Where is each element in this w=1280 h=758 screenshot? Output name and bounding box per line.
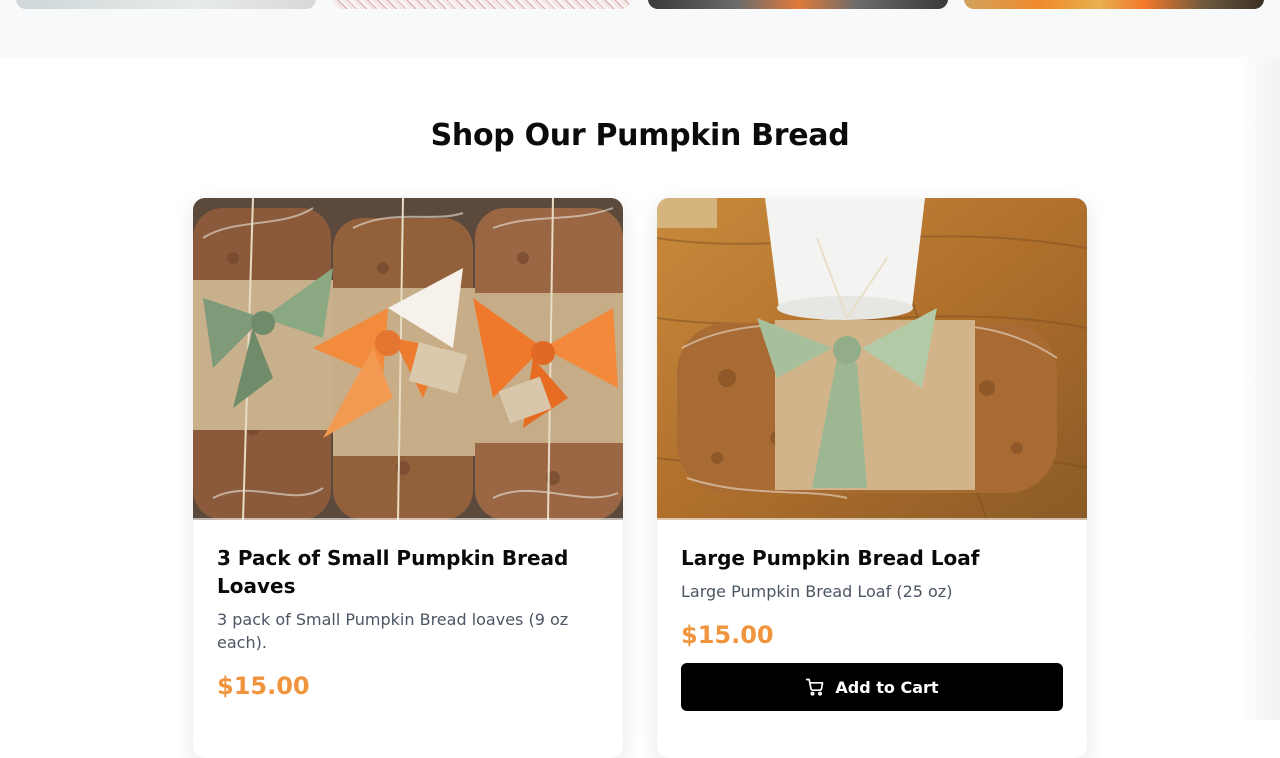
top-gallery-strip — [0, 0, 1280, 57]
product-description: 3 pack of Small Pumpkin Bread loaves (9 … — [217, 610, 569, 652]
scroll-shadow — [1236, 57, 1280, 720]
product-name[interactable]: 3 Pack of Small Pumpkin Bread Loaves — [217, 544, 599, 600]
product-info: 3 Pack of Small Pumpkin Bread Loaves 3 p… — [217, 544, 599, 700]
product-card[interactable]: Large Pumpkin Bread Loaf Large Pumpkin B… — [657, 198, 1087, 758]
product-info: Large Pumpkin Bread Loaf Large Pumpkin B… — [681, 544, 1063, 711]
section-title: Shop Our Pumpkin Bread — [430, 118, 850, 153]
gallery-thumbnail[interactable] — [332, 0, 631, 9]
product-image[interactable] — [657, 198, 1087, 520]
product-price: $15.00 — [217, 672, 310, 700]
product-name[interactable]: Large Pumpkin Bread Loaf — [681, 544, 1063, 572]
pumpkin-bread-3-pack-photo — [193, 198, 623, 520]
add-to-cart-button[interactable]: Add to Cart — [681, 663, 1063, 711]
gallery-thumbnail[interactable] — [648, 0, 948, 9]
gallery-thumbnail[interactable] — [16, 0, 316, 9]
add-to-cart-label: Add to Cart — [835, 677, 939, 697]
product-description: Large Pumpkin Bread Loaf (25 oz) — [681, 582, 953, 601]
large-pumpkin-bread-photo — [657, 198, 1087, 520]
product-image[interactable] — [193, 198, 623, 520]
product-card[interactable]: 3 Pack of Small Pumpkin Bread Loaves 3 p… — [193, 198, 623, 758]
cart-icon — [806, 678, 824, 696]
gallery-thumbnail[interactable] — [964, 0, 1264, 9]
product-price: $15.00 — [681, 621, 774, 649]
